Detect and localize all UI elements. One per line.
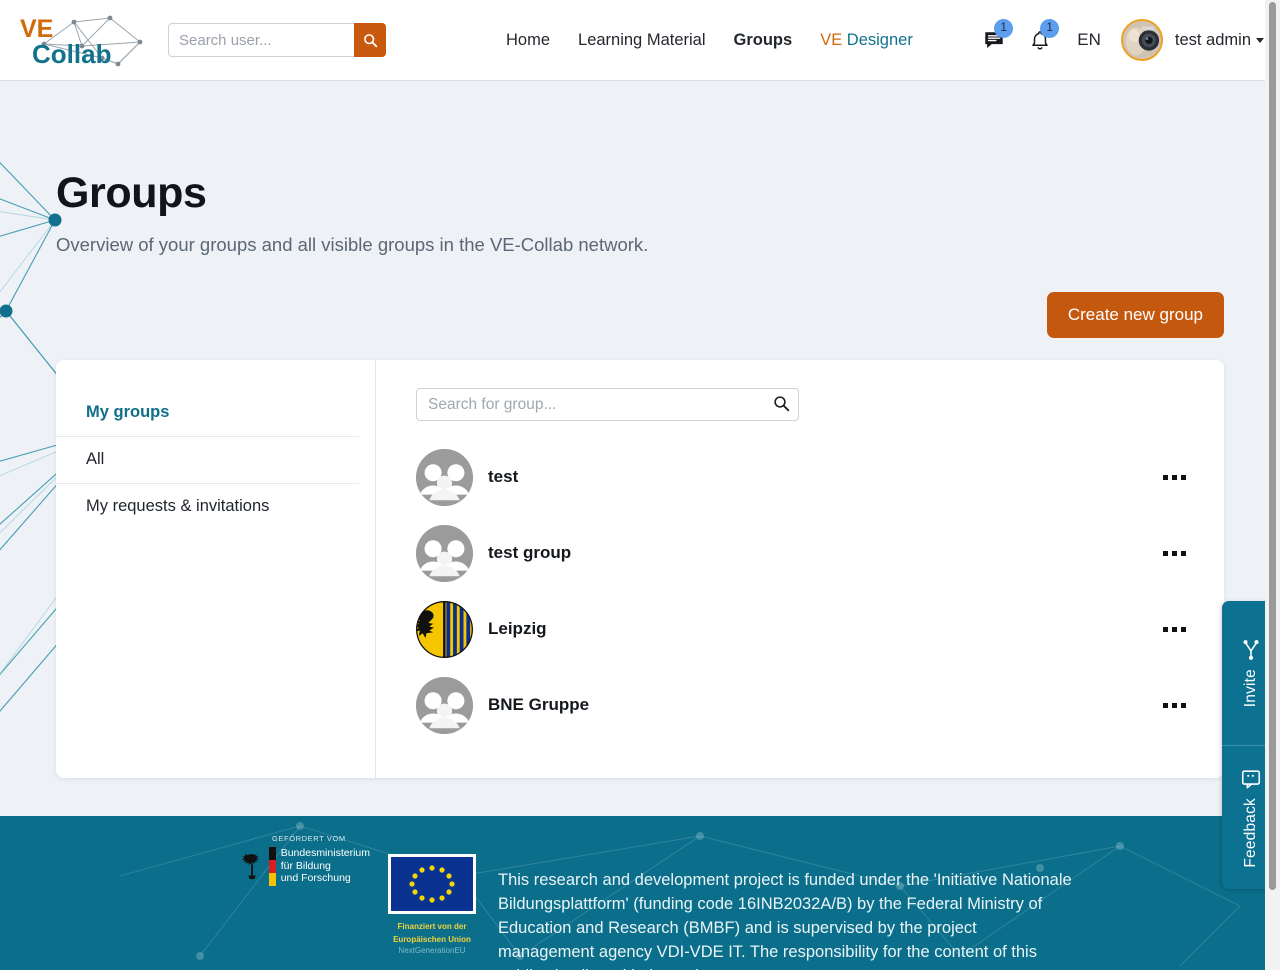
list-item[interactable]: Leipzig xyxy=(416,591,1194,667)
groups-list-pane: test xyxy=(376,360,1224,778)
user-avatar-photo xyxy=(1122,21,1160,58)
page-subtitle: Overview of your groups and all visible … xyxy=(56,234,649,255)
ellipsis-icon xyxy=(1171,474,1177,480)
list-item[interactable]: BNE Gruppe xyxy=(416,667,1194,743)
eu-subcaption: NextGenerationEU xyxy=(398,946,466,955)
create-new-group-button[interactable]: Create new group xyxy=(1046,292,1224,338)
group-search-input[interactable] xyxy=(416,388,799,421)
ellipsis-icon xyxy=(1162,474,1168,480)
page-scrollbar[interactable] xyxy=(1265,0,1280,970)
page-footer: GEFÖRDERT VOM Bundesministerium für Bild… xyxy=(0,816,1280,970)
sidebar-item-all[interactable]: All xyxy=(56,437,359,484)
search-button[interactable] xyxy=(354,23,386,57)
eu-caption-line-2: Europäischen Union xyxy=(393,935,471,944)
sidebar-item-my-groups[interactable]: My groups xyxy=(56,390,359,437)
ellipsis-icon xyxy=(1171,702,1177,708)
bmbf-line-1: Bundesministerium xyxy=(280,847,370,859)
page-title: Groups xyxy=(56,169,207,217)
nav-ve-designer[interactable]: VE Designer xyxy=(820,31,913,50)
default-group-avatar xyxy=(416,448,473,506)
bmbf-line-3: und Forschung xyxy=(280,872,351,884)
eu-flag-icon xyxy=(388,854,476,914)
chevron-down-icon xyxy=(1256,37,1264,43)
actions-row: Create new group xyxy=(0,292,1280,338)
notifications-button[interactable]: 1 xyxy=(1017,17,1063,63)
ellipsis-icon xyxy=(1162,702,1168,708)
ellipsis-icon xyxy=(1180,702,1186,708)
group-options-button[interactable] xyxy=(1154,626,1194,632)
nav-learning-material[interactable]: Learning Material xyxy=(578,31,706,50)
user-search xyxy=(168,23,386,57)
user-menu[interactable]: test admin xyxy=(1175,31,1264,50)
ellipsis-icon xyxy=(1180,474,1186,480)
ellipsis-icon xyxy=(1162,550,1168,556)
bmbf-logo: GEFÖRDERT VOM Bundesministerium für Bild… xyxy=(240,834,370,889)
ellipsis-icon xyxy=(1171,626,1177,632)
german-eagle-icon xyxy=(241,854,260,880)
notifications-badge: 1 xyxy=(1040,19,1060,38)
funding-disclaimer: This research and development project is… xyxy=(498,871,1072,970)
group-people-icon xyxy=(416,676,473,734)
user-name-label: test admin xyxy=(1174,30,1251,49)
invite-label: Invite xyxy=(1242,668,1259,708)
default-group-avatar xyxy=(416,676,473,734)
group-people-icon xyxy=(416,448,473,506)
avatar[interactable] xyxy=(1120,19,1163,61)
group-people-icon xyxy=(416,524,473,582)
sidebar-item-label: My groups xyxy=(86,403,170,421)
logo[interactable]: VE Collab xyxy=(14,12,148,68)
ellipsis-icon xyxy=(1171,550,1177,556)
main-content: Groups Overview of your groups and all v… xyxy=(0,81,1280,816)
page-root: VE Collab Home Learning Material Groups … xyxy=(0,0,1280,970)
main-nav: Home Learning Material Groups VE Designe… xyxy=(506,31,913,50)
groups-card: My groups All My requests & invitations xyxy=(56,360,1224,778)
sidebar-item-my-requests-invitations[interactable]: My requests & invitations xyxy=(56,484,359,530)
search-icon xyxy=(363,33,377,47)
group-name: Leipzig xyxy=(488,619,547,638)
nav-ve-designer-ve: VE xyxy=(820,30,843,49)
eu-caption-line-1: Finanziert von der xyxy=(397,922,467,931)
ellipsis-icon xyxy=(1180,550,1186,556)
group-name: BNE Gruppe xyxy=(488,695,590,714)
list-item[interactable]: test group xyxy=(416,515,1194,591)
hero-section: Groups Overview of your groups and all v… xyxy=(0,81,1280,256)
group-options-button[interactable] xyxy=(1154,550,1194,556)
group-options-button[interactable] xyxy=(1154,702,1194,708)
group-name: test xyxy=(488,467,519,486)
bmbf-line-2: für Bildung xyxy=(280,859,331,872)
group-options-button[interactable] xyxy=(1154,474,1194,480)
eu-funding-logo: Finanziert von der Europäischen Union Ne… xyxy=(388,854,476,955)
default-group-avatar xyxy=(416,524,473,582)
logo-network-icon: VE Collab xyxy=(20,15,143,68)
groups-sidebar: My groups All My requests & invitations xyxy=(56,360,376,778)
ellipsis-icon xyxy=(1162,626,1168,632)
nav-home[interactable]: Home xyxy=(506,31,550,50)
sidebar-item-label: All xyxy=(86,450,105,468)
language-selector[interactable]: EN xyxy=(1063,30,1115,50)
app-header: VE Collab Home Learning Material Groups … xyxy=(0,0,1280,81)
feedback-label: Feedback xyxy=(1242,797,1259,868)
search-input[interactable] xyxy=(168,23,354,57)
nav-ve-designer-designer: Designer xyxy=(846,30,913,49)
funder-logos: GEFÖRDERT VOM Bundesministerium für Bild… xyxy=(240,834,476,955)
header-right: 1 1 EN test admin xyxy=(971,17,1264,63)
leipzig-coat-of-arms-avatar xyxy=(416,600,473,658)
group-name: test group xyxy=(488,543,572,562)
scrollbar-thumb[interactable] xyxy=(1269,2,1276,890)
gefoerdert-label: GEFÖRDERT VOM xyxy=(272,834,346,843)
leipzig-coat-of-arms-icon xyxy=(416,600,473,658)
logo-text-collab: Collab xyxy=(32,39,111,68)
group-search xyxy=(416,388,799,421)
messages-badge: 1 xyxy=(994,19,1014,38)
sidebar-item-label: My requests & invitations xyxy=(86,497,270,515)
nav-groups[interactable]: Groups xyxy=(734,31,793,50)
ellipsis-icon xyxy=(1180,626,1186,632)
footer-content: GEFÖRDERT VOM Bundesministerium für Bild… xyxy=(0,816,1280,970)
share-network-icon xyxy=(1243,639,1259,660)
groups-list: test test group Leipzig BNE Gruppe xyxy=(416,439,1194,743)
list-item[interactable]: test xyxy=(416,439,1194,515)
bmbf-name: Bundesministerium für Bildung und Forsch… xyxy=(281,847,370,885)
comment-icon xyxy=(1241,770,1261,789)
messages-button[interactable]: 1 xyxy=(971,17,1017,63)
